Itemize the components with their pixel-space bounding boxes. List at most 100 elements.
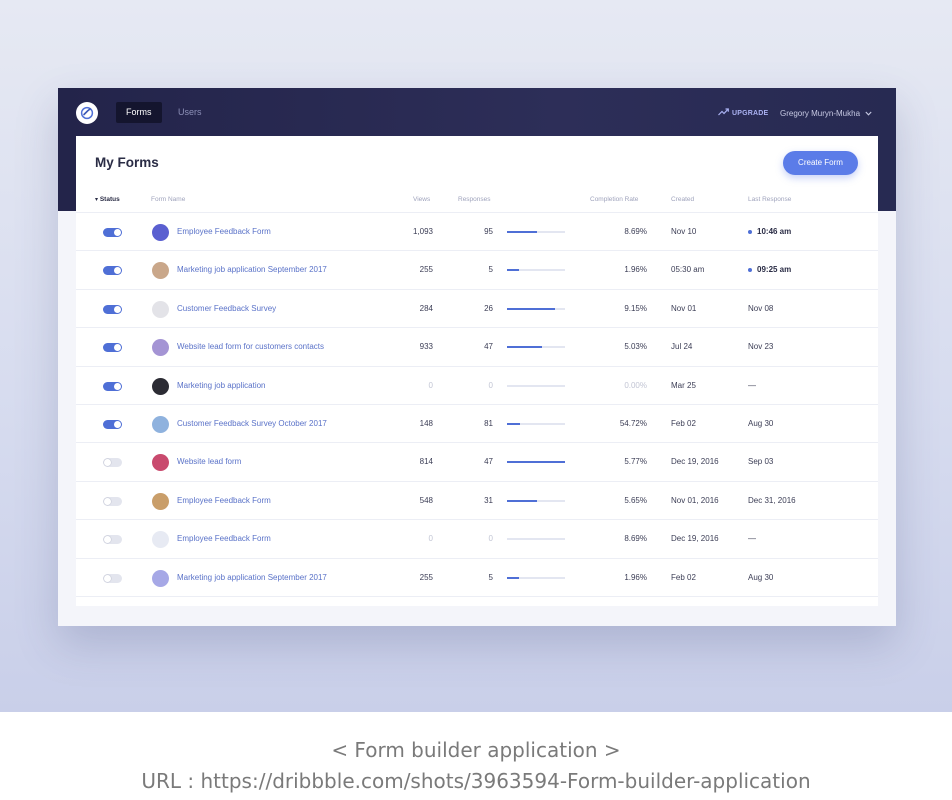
column-form-name-header[interactable]: Form Name [151, 196, 185, 203]
views-count: 548 [419, 495, 433, 505]
completion-rate: 1.96% [624, 265, 647, 275]
form-name-link[interactable]: Marketing job application September 2017 [177, 573, 327, 582]
responses-count: 5 [488, 572, 493, 582]
progress-fill [507, 499, 538, 502]
responses-count: 47 [484, 457, 493, 467]
last-response: 10:46 am [748, 227, 791, 236]
status-toggle[interactable] [103, 419, 122, 429]
column-status-header[interactable]: ▾ Status [95, 196, 120, 203]
column-views-header[interactable]: Views [413, 196, 430, 203]
responses-progress-bar [507, 384, 565, 387]
responses-count: 0 [488, 380, 493, 390]
table-row[interactable]: Employee Feedback Form 548 31 5.65% Nov … [76, 482, 878, 521]
table-row[interactable]: Employee Feedback Form 1,093 95 8.69% No… [76, 213, 878, 252]
completion-rate: 8.69% [624, 227, 647, 236]
app-logo-icon[interactable] [76, 102, 98, 124]
last-response: Aug 30 [748, 419, 773, 428]
table-row[interactable]: Employee Feedback Form 0 0 8.69% Dec 19,… [76, 520, 878, 559]
create-form-button[interactable]: Create Form [783, 151, 858, 175]
status-toggle[interactable] [103, 573, 122, 583]
status-toggle[interactable] [103, 535, 122, 545]
form-name-link[interactable]: Marketing job application [177, 381, 266, 390]
status-toggle[interactable] [103, 381, 122, 391]
completion-rate: 5.77% [624, 457, 647, 467]
user-name: Gregory Muryn-Mukha [780, 108, 861, 118]
progress-fill [507, 422, 520, 425]
backdrop: Forms Users UPGRADE Gregory Muryn-Mukha [0, 0, 952, 712]
table-row[interactable]: Customer Feedback Survey October 2017 14… [76, 405, 878, 444]
user-menu[interactable]: Gregory Muryn-Mukha [780, 107, 872, 119]
last-response-text: Dec 31, 2016 [748, 495, 796, 505]
responses-count: 81 [484, 418, 493, 428]
status-toggle[interactable] [103, 496, 122, 506]
completion-rate: 0.00% [624, 380, 647, 390]
caption-title: < Form builder application > [331, 738, 621, 762]
form-avatar [152, 339, 169, 357]
views-count: 148 [419, 418, 433, 428]
form-name-link[interactable]: Marketing job application September 2017 [177, 265, 327, 274]
last-response-text: Nov 08 [748, 303, 774, 313]
column-responses-header[interactable]: Responses [458, 196, 491, 203]
last-response: Dec 31, 2016 [748, 496, 796, 505]
status-toggle[interactable] [103, 228, 122, 237]
table-row[interactable]: Marketing job application September 2017… [76, 559, 878, 597]
table-row[interactable]: Customer Feedback Survey 284 26 9.15% No… [76, 290, 878, 329]
completion-rate: 5.65% [624, 495, 647, 505]
tab-users[interactable]: Users [168, 102, 212, 123]
caption: < Form builder application > URL : https… [0, 712, 952, 800]
form-name-link[interactable]: Website lead form for customers contacts [177, 342, 324, 351]
last-response: — [748, 534, 756, 543]
toggle-knob [114, 382, 121, 390]
last-response: Aug 30 [748, 573, 773, 582]
table-row[interactable]: Website lead form 814 47 5.77% Dec 19, 2… [76, 443, 878, 482]
last-response: — [748, 381, 756, 390]
form-name-link[interactable]: Employee Feedback Form [177, 227, 271, 236]
last-response-text: — [748, 534, 756, 544]
responses-count: 0 [488, 534, 493, 544]
created-date: Dec 19, 2016 [671, 534, 719, 544]
created-date: Dec 19, 2016 [671, 457, 719, 467]
status-toggle[interactable] [103, 266, 122, 276]
toggle-knob [104, 536, 111, 544]
form-name-link[interactable]: Customer Feedback Survey [177, 304, 276, 313]
responses-progress-bar [507, 269, 565, 272]
form-avatar [152, 492, 169, 510]
views-count: 284 [419, 303, 433, 313]
table-row[interactable]: Marketing job application September 2017… [76, 251, 878, 290]
upgrade-link[interactable]: UPGRADE [718, 107, 768, 119]
new-response-dot-icon [748, 267, 752, 272]
column-last-response-header[interactable]: Last Response [748, 196, 791, 203]
responses-progress-bar [507, 538, 565, 541]
toggle-knob [114, 344, 121, 352]
responses-count: 47 [484, 342, 493, 352]
form-name-link[interactable]: Customer Feedback Survey October 2017 [177, 419, 327, 428]
views-count: 0 [428, 534, 433, 544]
column-completion-rate-header[interactable]: Completion Rate [590, 196, 638, 203]
form-name-link[interactable]: Employee Feedback Form [177, 534, 271, 543]
app-window: Forms Users UPGRADE Gregory Muryn-Mukha [58, 88, 896, 626]
column-created-header[interactable]: Created [671, 196, 694, 203]
created-date: Mar 25 [671, 380, 696, 390]
completion-rate: 5.03% [624, 342, 647, 352]
toggle-knob [114, 305, 121, 313]
chevron-down-icon [865, 109, 872, 118]
toggle-knob [114, 267, 121, 275]
form-avatar [152, 300, 169, 318]
progress-fill [507, 307, 555, 310]
last-response: Sep 03 [748, 457, 773, 466]
table-row[interactable]: Website lead form for customers contacts… [76, 328, 878, 367]
tab-forms[interactable]: Forms [116, 102, 162, 123]
progress-fill [507, 346, 542, 349]
table-row[interactable]: Marketing job application 0 0 0.00% Mar … [76, 367, 878, 405]
status-toggle[interactable] [103, 343, 122, 353]
responses-progress-bar [507, 576, 565, 579]
form-name-link[interactable]: Website lead form [177, 457, 241, 466]
last-response-text: Nov 23 [748, 342, 774, 352]
created-date: Nov 01, 2016 [671, 495, 719, 505]
views-count: 0 [428, 380, 433, 390]
completion-rate: 9.15% [624, 303, 647, 313]
form-name-link[interactable]: Employee Feedback Form [177, 496, 271, 505]
sort-down-icon: ▾ [95, 197, 99, 203]
status-toggle[interactable] [103, 458, 122, 468]
status-toggle[interactable] [103, 304, 122, 314]
